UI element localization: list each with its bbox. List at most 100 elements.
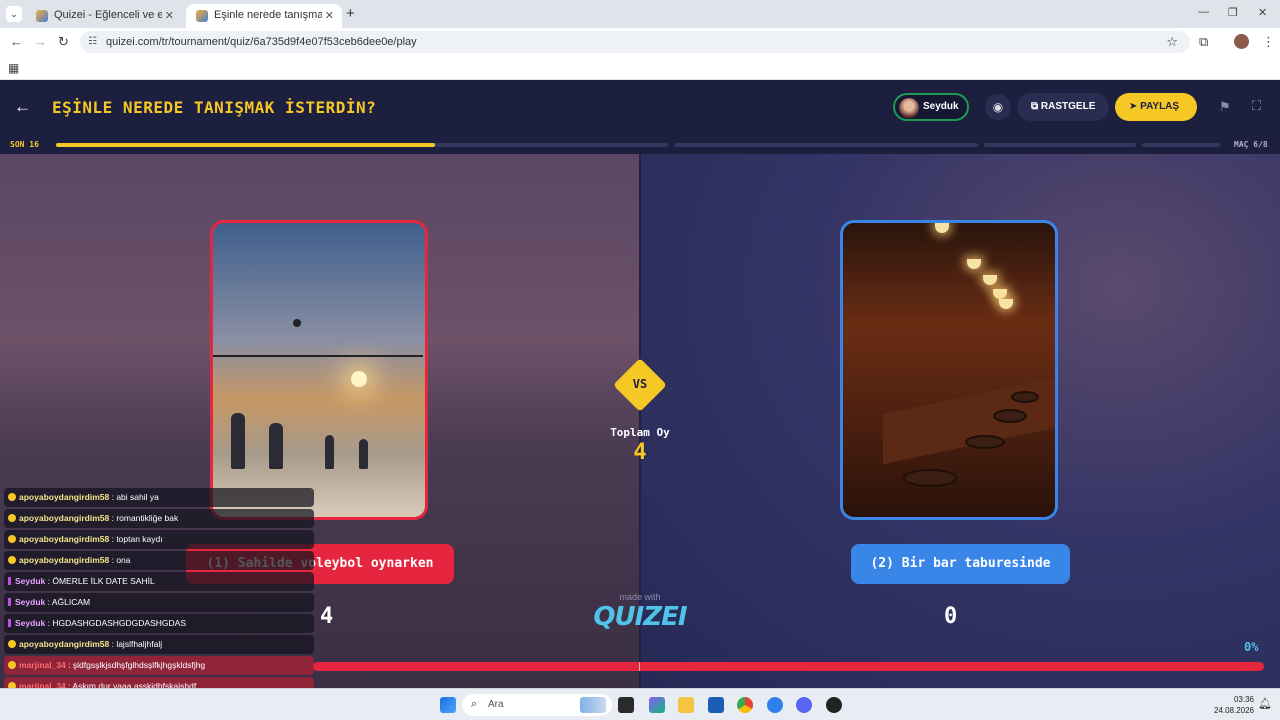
chat-text: şldfgsşlkjsdhşfglhdsşlfkjhgşkldsfjhg [72, 660, 206, 670]
notification-bell-icon[interactable]: 🔔︎ [1258, 697, 1272, 710]
chat-message: Seyduk : HGDASHGDASHGDGDASHGDAS [4, 614, 314, 633]
back-arrow-icon[interactable]: ← [14, 97, 31, 117]
chat-message: apoyaboydangirdim58 : ona [4, 551, 314, 570]
quizei-favicon-icon [196, 10, 208, 22]
chat-message: Seyduk : ÖMERLE İLK DATE SAHİL [4, 572, 314, 591]
volleyball [293, 319, 301, 327]
store-icon[interactable] [649, 697, 665, 713]
windows-taskbar: ⌕ Ara 03:36 24.08.2026 🔔︎ [0, 688, 1280, 720]
user-badge-icon [8, 493, 16, 501]
chat-username[interactable]: Seyduk [15, 576, 45, 586]
app-icon[interactable] [767, 697, 783, 713]
clock[interactable]: 03:36 24.08.2026 [1204, 694, 1254, 716]
url-field[interactable]: ☷ quizei.com/tr/tournament/quiz/6a735d9f… [80, 31, 1190, 53]
right-vote-percent: 0% [1244, 640, 1259, 654]
total-votes-label: Toplam Oy [610, 426, 670, 439]
lamp [993, 289, 1007, 299]
user-chip[interactable]: Seyduk [893, 93, 969, 121]
chat-username[interactable]: Seyduk [15, 618, 45, 628]
option-right-button[interactable]: (2) Bir bar taburesinde [851, 544, 1070, 584]
send-icon: ➤ [1129, 101, 1141, 112]
extensions-icon[interactable]: ⧉ [1199, 34, 1208, 50]
eye-icon[interactable]: ◉ [985, 94, 1011, 120]
chat-text: lajslfhaljhfalj [116, 639, 163, 649]
share-label: PAYLAŞ [1140, 101, 1180, 112]
close-tab-icon[interactable]: ✕ [325, 9, 334, 22]
quizei-favicon-icon [36, 10, 48, 22]
fullscreen-icon[interactable]: ⛶ [1252, 98, 1261, 114]
option-image-bar-stool[interactable] [840, 220, 1058, 520]
share-button[interactable]: ➤ PAYLAŞ [1115, 93, 1197, 121]
quizei-logo[interactable]: QUIZEI [590, 602, 690, 632]
new-tab-icon[interactable]: + [346, 5, 355, 22]
username: Seyduk [923, 101, 959, 112]
chat-message: apoyaboydangirdim58 : abi sahil ya [4, 488, 314, 507]
tournament-progress: SON 16 MAÇ 6/8 [0, 136, 1280, 154]
clock-time: 03:36 [1233, 695, 1254, 704]
user-badge-icon [8, 514, 16, 522]
left-vote-count: 4 [320, 604, 334, 629]
progress-segment [984, 143, 1136, 147]
file-explorer-icon[interactable] [678, 697, 694, 713]
lamp [999, 299, 1013, 309]
chat-text: toptan kaydı [116, 534, 163, 544]
forward-icon[interactable]: → [34, 34, 47, 49]
chat-text: AĞLICAM [51, 597, 91, 607]
chat-text: abi sahil ya [116, 492, 159, 502]
bar-stool [965, 435, 1005, 449]
chat-username[interactable]: apoyaboydangirdim58 [19, 639, 109, 649]
back-icon[interactable]: ← [10, 34, 23, 49]
bar-stool [903, 469, 957, 487]
restore-icon[interactable]: ❐ [1228, 6, 1238, 19]
avatar [899, 98, 919, 118]
player-silhouette [359, 439, 368, 469]
chat-text: ona [116, 555, 131, 565]
close-window-icon[interactable]: ✕ [1258, 6, 1267, 19]
flag-icon[interactable]: ⚑ [1219, 99, 1231, 115]
bar-stool [1011, 391, 1039, 403]
widget-icon[interactable] [580, 697, 606, 713]
bookmark-star-icon[interactable]: ☆ [1166, 34, 1178, 50]
total-votes-value: 4 [633, 440, 647, 465]
tab-title: Eşinle nerede tanışmak isterdin [214, 9, 322, 21]
progress-segment [1142, 143, 1220, 147]
task-view-icon[interactable] [618, 697, 634, 713]
chat-username[interactable]: Seyduk [15, 597, 45, 607]
chat-username[interactable]: apoyaboydangirdim58 [19, 555, 109, 565]
user-badge-icon [8, 556, 16, 564]
discord-icon[interactable] [796, 697, 812, 713]
app-icon[interactable] [826, 697, 842, 713]
user-badge-icon [8, 661, 16, 669]
profile-avatar[interactable] [1234, 34, 1249, 49]
close-tab-icon[interactable]: ✕ [165, 9, 174, 22]
random-button[interactable]: ⧉ RASTGELE [1017, 93, 1109, 121]
chat-username[interactable]: apoyaboydangirdim58 [19, 534, 109, 544]
progress-segment [56, 143, 668, 147]
tab-title: Quizei - Eğlenceli ve etkileşimli [54, 9, 162, 21]
search-placeholder: Ara [488, 699, 504, 710]
browser-menu-icon[interactable]: ⋮ [1262, 34, 1275, 50]
apps-grid-icon[interactable]: ▦ [8, 61, 19, 75]
app-icon[interactable] [708, 697, 724, 713]
random-label: RASTGELE [1040, 101, 1096, 112]
made-with-label: made with [619, 592, 661, 602]
tab-search-icon[interactable]: ⌄ [6, 6, 22, 22]
chat-username[interactable]: marjinal_34 [19, 660, 66, 670]
reload-icon[interactable]: ↻ [58, 34, 69, 50]
chat-text: ÖMERLE İLK DATE SAHİL [52, 576, 155, 586]
chat-username[interactable]: apoyaboydangirdim58 [19, 492, 109, 502]
vote-share-bar [313, 662, 1264, 671]
browser-tab-2[interactable]: Eşinle nerede tanışmak isterdin ✕ [186, 4, 342, 28]
chat-username[interactable]: apoyaboydangirdim58 [19, 513, 109, 523]
site-info-icon[interactable]: ☷ [88, 36, 100, 48]
browser-tab-1[interactable]: Quizei - Eğlenceli ve etkileşimli ✕ [26, 4, 182, 28]
live-chat: apoyaboydangirdim58 : abi sahil ya apoyab… [4, 488, 314, 719]
right-vote-count: 0 [944, 604, 958, 629]
windows-start-icon[interactable] [440, 697, 456, 713]
chat-text: HGDASHGDASHGDGDASHGDAS [52, 618, 187, 628]
option-image-beach-volleyball[interactable] [210, 220, 428, 520]
lamp [935, 223, 949, 233]
chrome-icon[interactable] [737, 697, 753, 713]
minimize-icon[interactable]: — [1198, 6, 1209, 18]
chat-message: apoyaboydangirdim58 : toptan kaydı [4, 530, 314, 549]
